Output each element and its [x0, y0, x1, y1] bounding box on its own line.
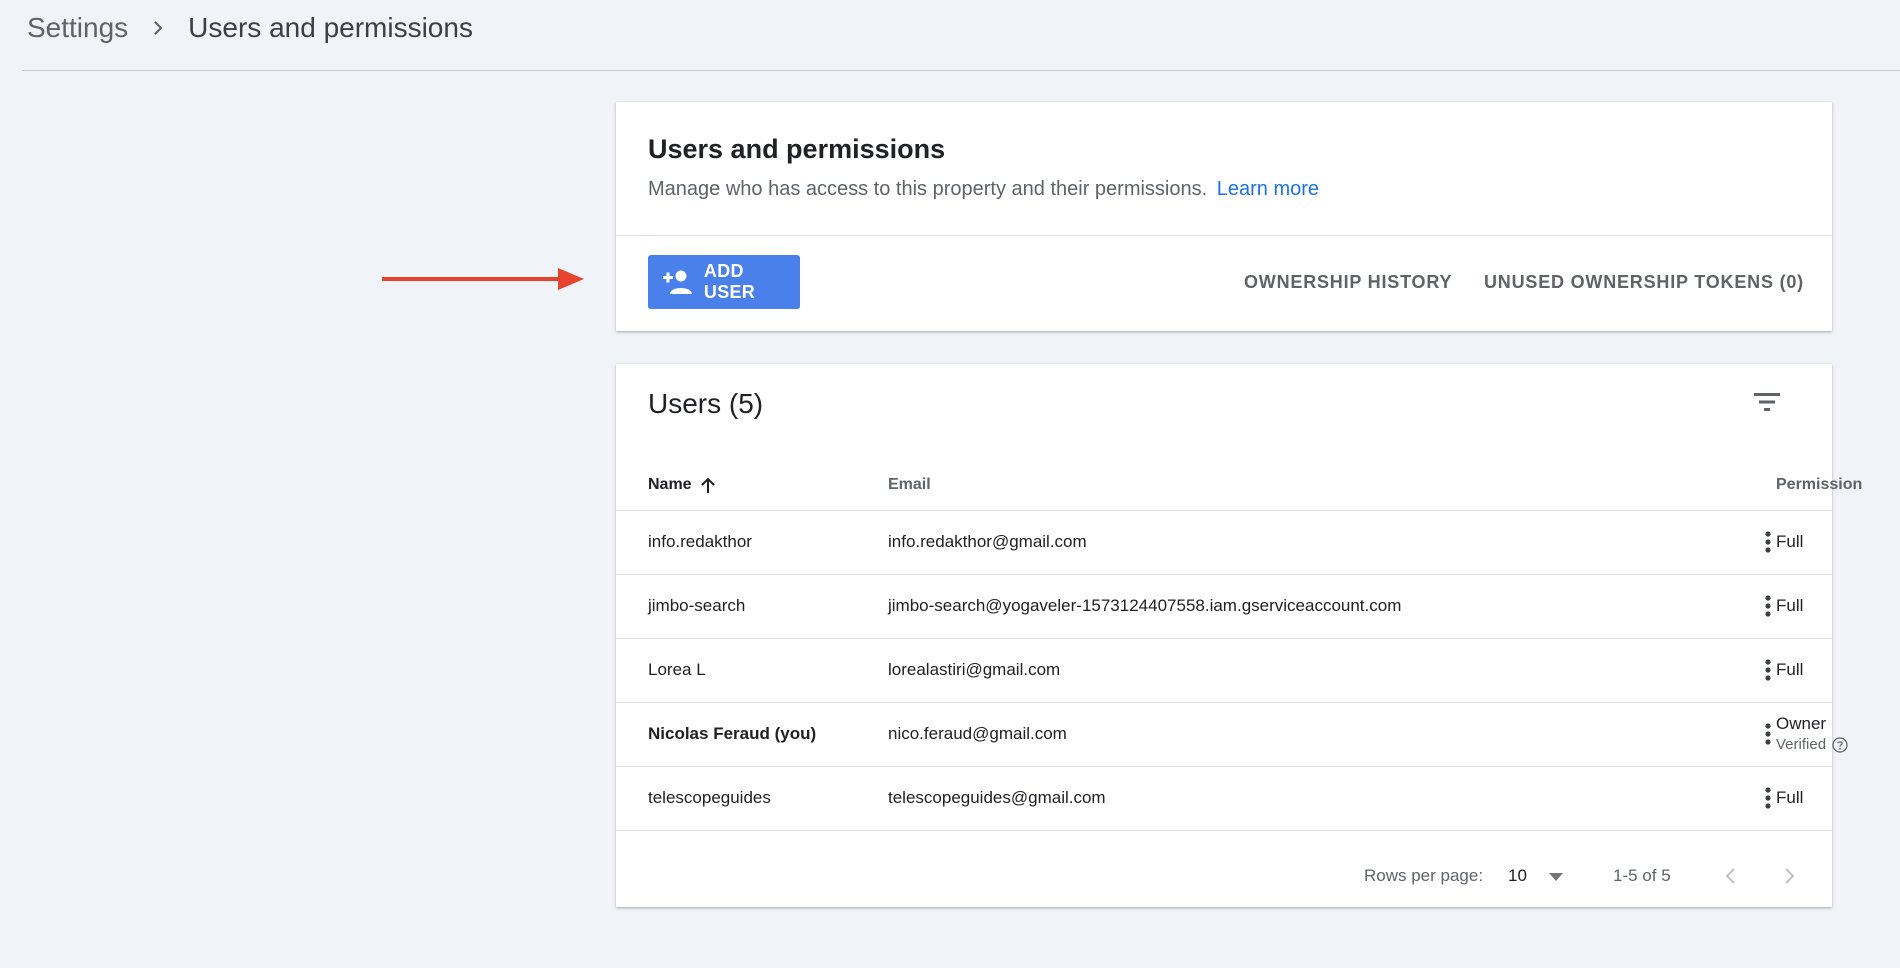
more-vert-icon[interactable] — [1758, 527, 1778, 557]
more-vert-icon[interactable] — [1758, 719, 1778, 749]
user-email: info.redakthor@gmail.com — [888, 532, 1087, 551]
user-permission: Full — [1776, 596, 1804, 615]
permissions-card: Users and permissions Manage who has acc… — [616, 102, 1832, 331]
more-vert-icon[interactable] — [1758, 655, 1778, 685]
user-email: telescopeguides@gmail.com — [888, 788, 1106, 807]
column-header-name-label: Name — [648, 476, 692, 493]
user-name: info.redakthor — [648, 532, 752, 551]
verified-status: Verified — [1776, 736, 1848, 753]
column-header-email[interactable]: Email — [888, 476, 931, 494]
table-row[interactable]: Lorea L lorealastiri@gmail.com Full — [616, 639, 1832, 703]
table-row[interactable]: Nicolas Feraud (you) nico.feraud@gmail.c… — [616, 703, 1848, 767]
unused-ownership-tokens-button[interactable]: UNUSED OWNERSHIP TOKENS (0) — [1484, 272, 1804, 293]
card-description: Manage who has access to this property a… — [648, 178, 1319, 201]
page-range: 1-5 of 5 — [1613, 866, 1671, 885]
verified-label: Verified — [1776, 736, 1827, 753]
dropdown-arrow-icon[interactable] — [1548, 872, 1564, 882]
user-name: Nicolas Feraud (you) — [648, 724, 817, 743]
chevron-right-icon[interactable] — [1780, 866, 1798, 886]
chevron-right-icon — [154, 21, 163, 35]
user-name: telescopeguides — [648, 788, 771, 807]
ownership-history-button[interactable]: OWNERSHIP HISTORY — [1244, 272, 1452, 293]
user-permission: Full — [1776, 660, 1804, 679]
filter-icon[interactable] — [1754, 392, 1780, 412]
add-user-label: ADD USER — [703, 261, 756, 302]
arrow-up-icon — [700, 477, 715, 493]
table-row[interactable]: jimbo-search jimbo-search@yogaveler-1573… — [616, 575, 1832, 639]
user-email: jimbo-search@yogaveler-1573124407558.iam… — [888, 596, 1402, 615]
user-email: nico.feraud@gmail.com — [888, 724, 1067, 743]
table-row[interactable]: info.redakthor info.redakthor@gmail.com … — [616, 511, 1832, 575]
header-bar: Settings Users and permissions — [22, 0, 1900, 71]
user-email: lorealastiri@gmail.com — [888, 660, 1061, 679]
user-permission: Owner Verified — [1776, 714, 1848, 753]
card-title: Users and permissions — [648, 134, 946, 164]
description-text: Manage who has access to this property a… — [648, 178, 1208, 200]
rows-per-page-select[interactable]: 10 — [1508, 866, 1527, 886]
breadcrumb: Settings Users and permissions — [27, 12, 473, 44]
column-header-permission[interactable]: Permission — [1776, 476, 1862, 494]
column-header-name[interactable]: Name — [648, 476, 716, 494]
annotation-arrow — [382, 268, 584, 290]
permission-owner: Owner — [1776, 714, 1827, 733]
rows-per-page-label: Rows per page: — [1364, 866, 1484, 885]
user-name: jimbo-search — [648, 596, 746, 615]
help-icon[interactable] — [1832, 736, 1848, 753]
breadcrumb-current: Users and permissions — [188, 12, 473, 43]
chevron-left-icon[interactable] — [1722, 866, 1740, 886]
breadcrumb-settings-link[interactable]: Settings — [27, 12, 128, 44]
person-add-icon — [662, 270, 692, 294]
users-card: Users (5) Name Email Permission info.red… — [616, 364, 1862, 907]
add-user-button[interactable]: ADD USER — [648, 255, 800, 309]
user-name: Lorea L — [648, 660, 706, 679]
user-permission: Full — [1776, 532, 1804, 551]
more-vert-icon[interactable] — [1758, 783, 1778, 813]
user-permission: Full — [1776, 788, 1804, 807]
more-vert-icon[interactable] — [1758, 591, 1778, 621]
pagination: Rows per page: 10 1-5 of 5 — [616, 862, 1832, 892]
table-header: Name Email Permission — [616, 462, 1862, 511]
table-row[interactable]: telescopeguides telescopeguides@gmail.co… — [616, 767, 1832, 831]
learn-more-link[interactable]: Learn more — [1217, 178, 1319, 200]
divider — [616, 235, 1832, 236]
users-count-title: Users (5) — [648, 388, 764, 419]
